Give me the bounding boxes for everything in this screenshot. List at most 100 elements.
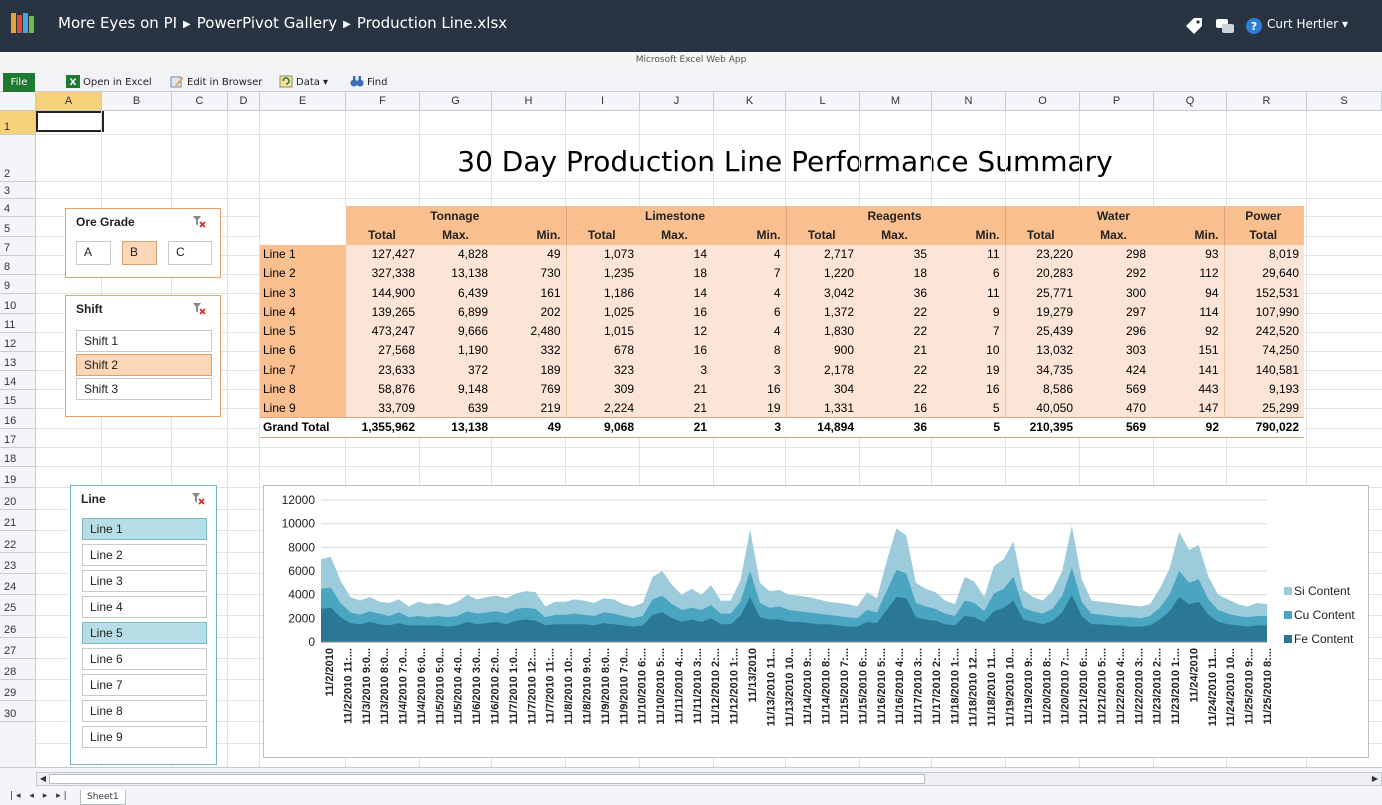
row-header-17[interactable]: 17 xyxy=(0,429,35,448)
row-header-15[interactable]: 15 xyxy=(0,390,35,409)
breadcrumb-gallery[interactable]: PowerPivot Gallery xyxy=(197,14,337,32)
row-header-12[interactable]: 12 xyxy=(0,333,35,352)
pivot-cell: 1,186 xyxy=(565,283,639,303)
user-menu[interactable]: Curt Hertler ▾ xyxy=(1267,17,1348,31)
column-header-l[interactable]: L xyxy=(786,92,860,110)
column-header-q[interactable]: Q xyxy=(1154,92,1227,110)
scrollbar-thumb[interactable] xyxy=(49,774,925,784)
slicer-item-line-6[interactable]: Line 6 xyxy=(82,648,207,670)
row-header-8[interactable]: 8 xyxy=(0,256,35,275)
slicer-item-line-8[interactable]: Line 8 xyxy=(82,700,207,722)
slicer-item-shift-2[interactable]: Shift 2 xyxy=(76,354,212,376)
row-header-10[interactable]: 10 xyxy=(0,294,35,314)
slicer-item-line-7[interactable]: Line 7 xyxy=(82,674,207,696)
pivot-row-label[interactable]: Line 3 xyxy=(260,283,346,303)
row-header-11[interactable]: 11 xyxy=(0,314,35,333)
row-header-18[interactable]: 18 xyxy=(0,448,35,467)
pivot-row-label[interactable]: Line 2 xyxy=(260,263,346,283)
row-header-27[interactable]: 27 xyxy=(0,638,35,659)
column-header-d[interactable]: D xyxy=(228,92,260,110)
row-header-22[interactable]: 22 xyxy=(0,531,35,553)
pivot-row-label[interactable]: Line 1 xyxy=(260,244,346,264)
row-header-13[interactable]: 13 xyxy=(0,352,35,371)
column-header-h[interactable]: H xyxy=(492,92,566,110)
row-header-2[interactable]: 2 xyxy=(0,135,35,182)
pivot-row-label[interactable]: Line 8 xyxy=(260,379,346,399)
sheet-navigation-icon[interactable]: |◂ ◂ ▸ ▸| xyxy=(10,791,70,801)
pivot-row-label[interactable]: Line 7 xyxy=(260,360,346,380)
row-header-24[interactable]: 24 xyxy=(0,574,35,595)
find-button[interactable]: Find xyxy=(350,75,388,90)
column-header-i[interactable]: I xyxy=(566,92,640,110)
file-tab-button[interactable]: File xyxy=(3,73,35,92)
pivot-row-label[interactable]: Line 6 xyxy=(260,340,346,360)
edit-in-browser-button[interactable]: Edit in Browser xyxy=(170,75,262,90)
clear-filter-icon[interactable] xyxy=(191,492,205,505)
row-header-7[interactable]: 7 xyxy=(0,237,35,256)
legend-swatch xyxy=(1284,587,1292,595)
row-header-23[interactable]: 23 xyxy=(0,553,35,574)
row-header-14[interactable]: 14 xyxy=(0,371,35,390)
x-tick-label: 11/4/2010 7:0... xyxy=(398,648,410,724)
scroll-right-icon[interactable]: ▶ xyxy=(1369,773,1381,785)
scroll-left-icon[interactable]: ◀ xyxy=(37,773,49,785)
row-header-9[interactable]: 9 xyxy=(0,275,35,294)
pivot-row-label[interactable]: Line 4 xyxy=(260,302,346,322)
column-header-b[interactable]: B xyxy=(102,92,172,110)
sheet-tab-sheet1[interactable]: Sheet1 xyxy=(80,790,126,805)
slicer-item-b[interactable]: B xyxy=(122,241,157,265)
select-all-corner[interactable] xyxy=(0,92,36,110)
clear-filter-icon[interactable] xyxy=(192,215,206,228)
row-header-20[interactable]: 20 xyxy=(0,488,35,510)
column-header-n[interactable]: N xyxy=(932,92,1006,110)
sharepoint-logo-icon[interactable] xyxy=(10,11,36,35)
row-header-26[interactable]: 26 xyxy=(0,616,35,638)
breadcrumb: More Eyes on PI ▶ PowerPivot Gallery ▶ Produ… xyxy=(58,14,507,32)
active-cell-a1[interactable] xyxy=(36,111,104,132)
row-header-1[interactable]: 1 xyxy=(0,111,35,135)
row-header-4[interactable]: 4 xyxy=(0,199,35,217)
row-header-16[interactable]: 16 xyxy=(0,409,35,429)
row-header-19[interactable]: 19 xyxy=(0,467,35,488)
help-icon[interactable]: ? xyxy=(1243,16,1265,36)
slicer-item-line-5[interactable]: Line 5 xyxy=(82,622,207,644)
column-header-g[interactable]: G xyxy=(420,92,492,110)
row-header-21[interactable]: 21 xyxy=(0,510,35,531)
slicer-item-a[interactable]: A xyxy=(76,241,111,265)
data-menu-button[interactable]: Data ▾ xyxy=(279,75,328,90)
row-header-28[interactable]: 28 xyxy=(0,659,35,680)
slicer-item-shift-3[interactable]: Shift 3 xyxy=(76,378,212,400)
breadcrumb-site[interactable]: More Eyes on PI xyxy=(58,14,177,32)
slicer-item-line-3[interactable]: Line 3 xyxy=(82,570,207,592)
column-header-a[interactable]: A xyxy=(36,92,102,110)
horizontal-scrollbar[interactable]: ◀ ▶ xyxy=(36,772,1382,786)
slicer-item-line-4[interactable]: Line 4 xyxy=(82,596,207,618)
column-header-o[interactable]: O xyxy=(1006,92,1080,110)
column-header-m[interactable]: M xyxy=(860,92,932,110)
slicer-item-shift-1[interactable]: Shift 1 xyxy=(76,330,212,352)
column-header-s[interactable]: S xyxy=(1307,92,1382,110)
column-header-f[interactable]: F xyxy=(346,92,420,110)
row-header-25[interactable]: 25 xyxy=(0,595,35,616)
row-header-3[interactable]: 3 xyxy=(0,182,35,199)
slicer-item-line-9[interactable]: Line 9 xyxy=(82,726,207,748)
pivot-row-label[interactable]: Line 5 xyxy=(260,321,346,341)
production-area-chart[interactable]: 0 2000 4000 6000 8000 10000 12000 11/2/2010 11/2… xyxy=(263,485,1369,758)
social-icon[interactable] xyxy=(1214,16,1236,36)
pivot-row-label[interactable]: Line 9 xyxy=(260,398,346,418)
tag-icon[interactable] xyxy=(1183,16,1205,36)
slicer-item-line-2[interactable]: Line 2 xyxy=(82,544,207,566)
slicer-item-line-1[interactable]: Line 1 xyxy=(82,518,207,540)
row-header-29[interactable]: 29 xyxy=(0,680,35,701)
row-header-5[interactable]: 5 xyxy=(0,217,35,237)
row-header-30[interactable]: 30 xyxy=(0,701,35,722)
column-header-j[interactable]: J xyxy=(640,92,714,110)
open-in-excel-button[interactable]: X Open in Excel xyxy=(66,75,152,90)
slicer-item-c[interactable]: C xyxy=(168,241,212,265)
column-header-p[interactable]: P xyxy=(1080,92,1154,110)
column-header-r[interactable]: R xyxy=(1227,92,1307,110)
column-header-k[interactable]: K xyxy=(714,92,786,110)
column-header-c[interactable]: C xyxy=(172,92,228,110)
column-header-e[interactable]: E xyxy=(260,92,346,110)
clear-filter-icon[interactable] xyxy=(192,302,206,315)
